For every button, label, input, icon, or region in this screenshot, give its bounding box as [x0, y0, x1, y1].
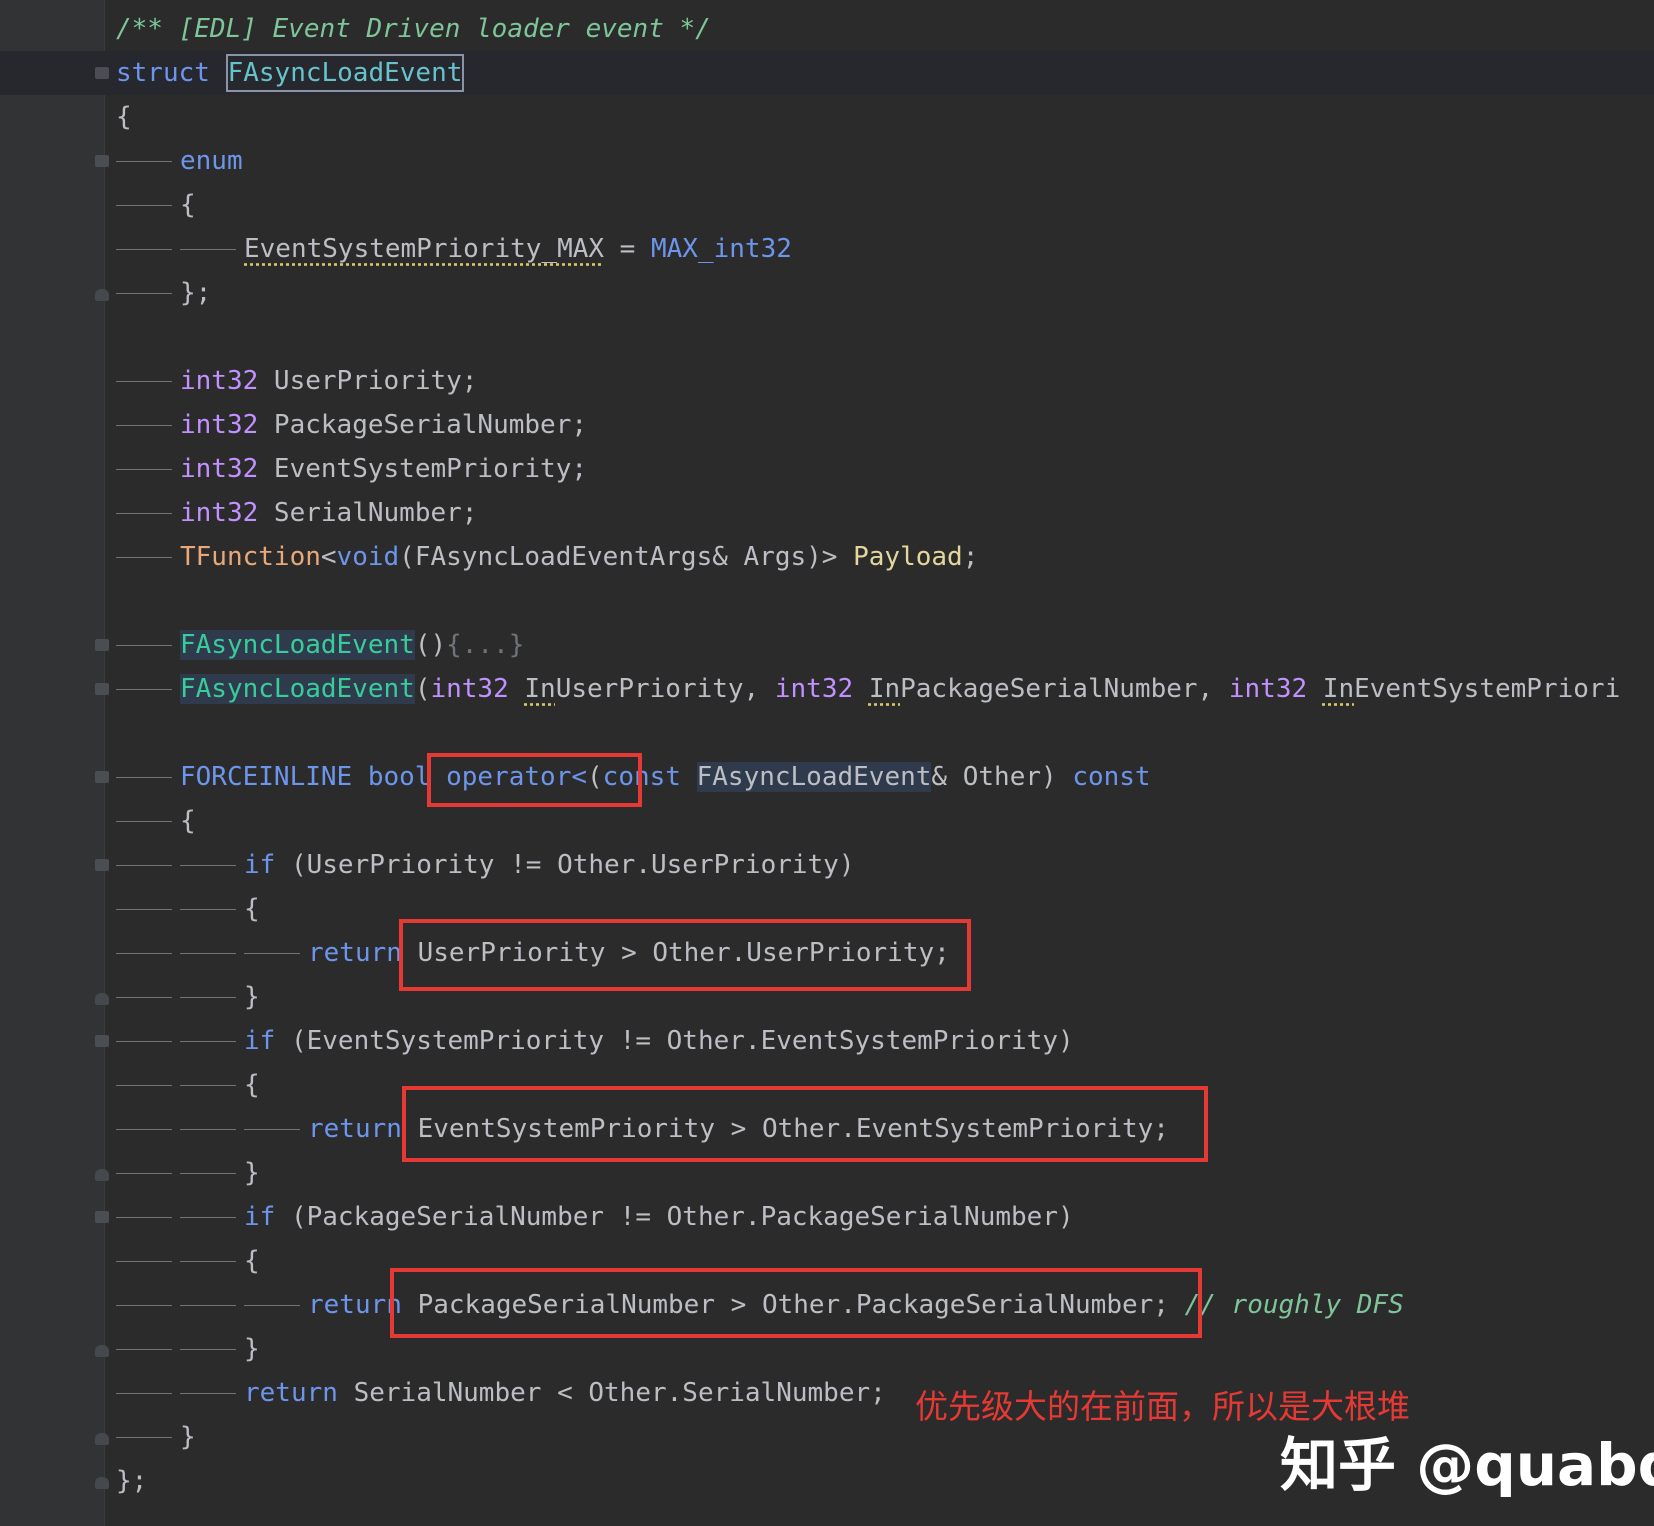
code-line[interactable]: FORCEINLINE bool operator<(const FAsyncL… — [0, 755, 1654, 799]
code-line[interactable]: if (EventSystemPriority != Other.EventSy… — [0, 1019, 1654, 1063]
fold-end-icon[interactable] — [95, 1433, 109, 1445]
code-line[interactable]: int32 PackageSerialNumber; — [0, 403, 1654, 447]
doc-comment: /** [EDL] Event Driven loader event */ — [116, 14, 711, 44]
code-line-current[interactable]: struct FAsyncLoadEvent — [0, 51, 1654, 95]
code-line[interactable]: EventSystemPriority_MAX = MAX_int32 — [0, 227, 1654, 271]
highlight-event-priority-box — [402, 1086, 1208, 1162]
fold-marker-icon[interactable] — [95, 1035, 109, 1047]
token-keyword: struct — [116, 58, 210, 88]
fold-marker-icon[interactable] — [95, 639, 109, 651]
code-line[interactable]: { — [0, 95, 1654, 139]
fold-marker-icon[interactable] — [95, 1211, 109, 1223]
fold-marker-icon[interactable] — [95, 155, 109, 167]
code-line[interactable]: enum — [0, 139, 1654, 183]
code-line[interactable]: FAsyncLoadEvent(int32 InUserPriority, in… — [0, 667, 1654, 711]
code-line[interactable]: int32 EventSystemPriority; — [0, 447, 1654, 491]
highlight-user-priority-box — [399, 919, 971, 991]
code-line[interactable]: FAsyncLoadEvent(){...} — [0, 623, 1654, 667]
inline-comment: // roughly DFS — [1184, 1290, 1404, 1320]
highlight-operator-box — [427, 753, 642, 807]
code-line[interactable]: { — [0, 183, 1654, 227]
code-line[interactable]: int32 UserPriority; — [0, 359, 1654, 403]
highlight-package-serial-box — [390, 1268, 1202, 1338]
code-line[interactable]: if (UserPriority != Other.UserPriority) — [0, 843, 1654, 887]
fold-marker-icon[interactable] — [95, 683, 109, 695]
code-line[interactable]: /** [EDL] Event Driven loader event */ — [0, 7, 1654, 51]
token-struct-name: FAsyncLoadEvent — [225, 54, 465, 92]
fold-end-icon[interactable] — [95, 993, 109, 1005]
fold-end-icon[interactable] — [95, 289, 109, 301]
code-line[interactable]: if (PackageSerialNumber != Other.Package… — [0, 1195, 1654, 1239]
code-line[interactable]: int32 SerialNumber; — [0, 491, 1654, 535]
code-editor[interactable]: /** [EDL] Event Driven loader event */ s… — [0, 0, 1654, 1526]
code-line[interactable]: { — [0, 799, 1654, 843]
fold-marker-icon[interactable] — [95, 859, 109, 871]
fold-marker-icon[interactable] — [95, 771, 109, 783]
watermark-text: 知乎 @quabqi — [1280, 1431, 1654, 1499]
fold-end-icon[interactable] — [95, 1477, 109, 1489]
fold-end-icon[interactable] — [95, 1345, 109, 1357]
fold-end-icon[interactable] — [95, 1169, 109, 1181]
code-line[interactable]: TFunction<void(FAsyncLoadEventArgs& Args… — [0, 535, 1654, 579]
code-line[interactable]: }; — [0, 271, 1654, 315]
fold-marker-icon[interactable] — [95, 67, 109, 79]
